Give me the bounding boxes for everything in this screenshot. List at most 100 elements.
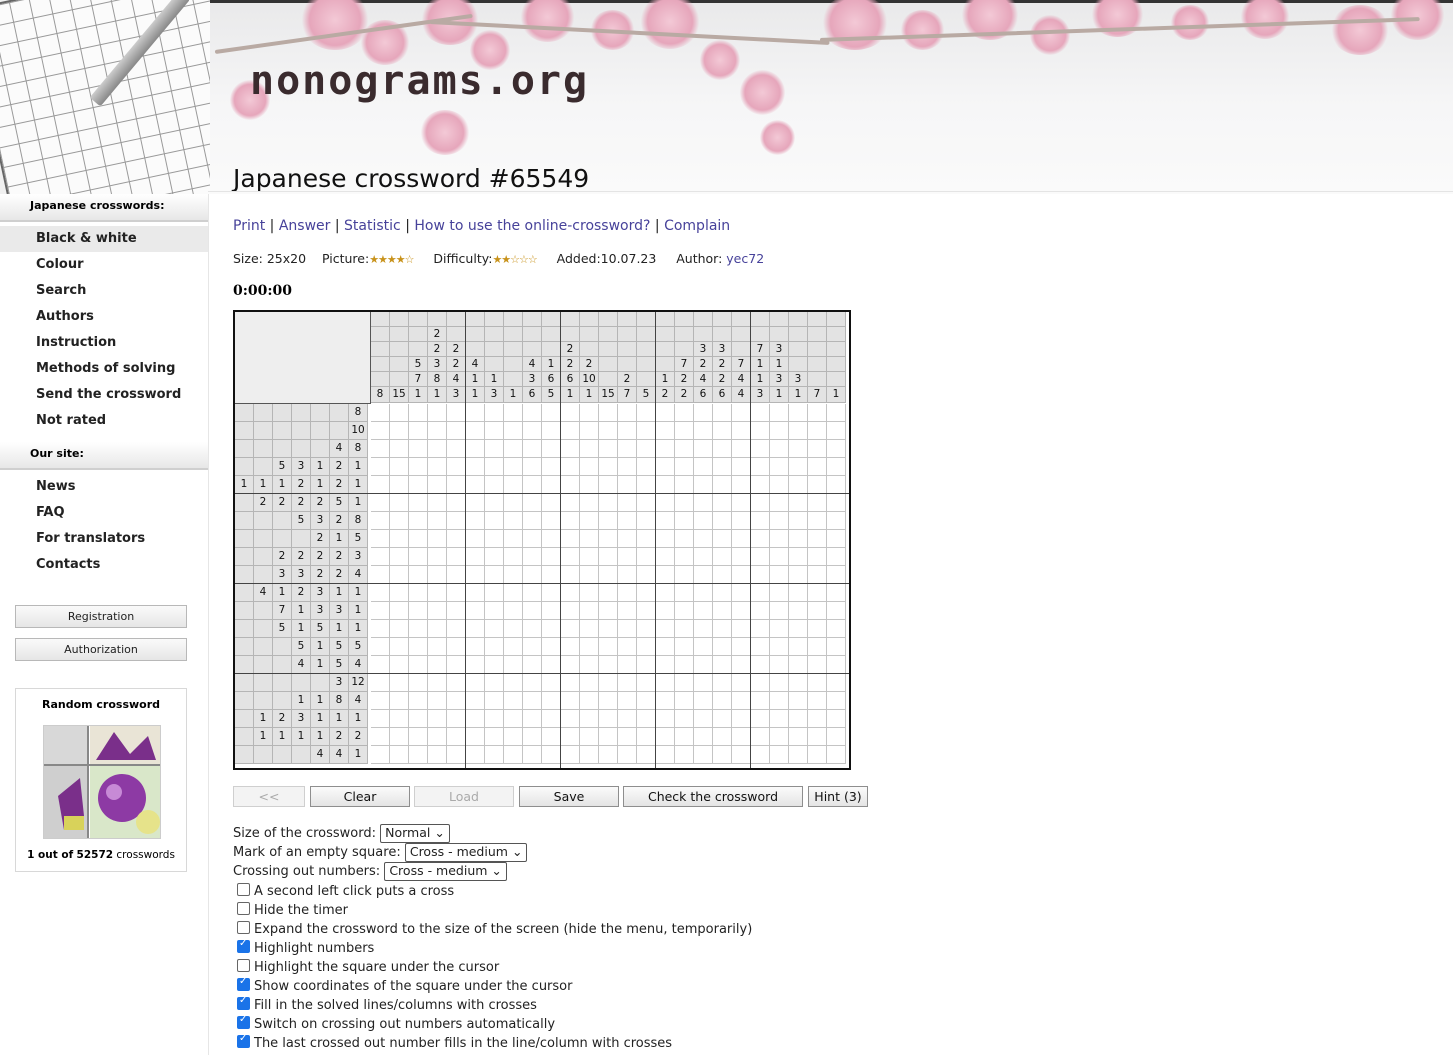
left-clue-cell[interactable]: 2 xyxy=(292,584,311,602)
grid-cell[interactable] xyxy=(466,512,485,530)
top-clue-cell[interactable] xyxy=(637,327,656,342)
left-clue-cell[interactable]: 4 xyxy=(311,746,330,764)
grid-cell[interactable] xyxy=(371,548,390,566)
grid-cell[interactable] xyxy=(561,512,580,530)
option-checkbox[interactable] xyxy=(237,1014,250,1029)
grid-cell[interactable] xyxy=(732,548,751,566)
left-clue-cell[interactable]: 1 xyxy=(349,584,368,602)
left-clue-cell[interactable] xyxy=(235,674,254,692)
grid-cell[interactable] xyxy=(409,440,428,458)
grid-cell[interactable] xyxy=(713,656,732,674)
grid-cell[interactable] xyxy=(523,566,542,584)
grid-cell[interactable] xyxy=(694,674,713,692)
left-clue-cell[interactable]: 3 xyxy=(311,512,330,530)
top-clue-cell[interactable]: 8 xyxy=(428,372,447,387)
grid-cell[interactable] xyxy=(390,692,409,710)
left-clue-cell[interactable] xyxy=(273,692,292,710)
top-clue-cell[interactable] xyxy=(618,342,637,357)
grid-cell[interactable] xyxy=(580,656,599,674)
top-clue-cell[interactable] xyxy=(827,357,846,372)
authorization-button[interactable]: Authorization xyxy=(15,638,187,661)
grid-cell[interactable] xyxy=(637,692,656,710)
left-clue-cell[interactable] xyxy=(235,692,254,710)
top-clue-cell[interactable] xyxy=(751,327,770,342)
top-clue-cell[interactable] xyxy=(504,342,523,357)
top-clue-cell[interactable]: 2 xyxy=(580,357,599,372)
top-clue-cell[interactable] xyxy=(599,312,618,327)
grid-cell[interactable] xyxy=(751,458,770,476)
option-label[interactable]: The last crossed out number fills in the… xyxy=(254,1036,672,1051)
grid-cell[interactable] xyxy=(523,458,542,476)
top-clue-cell[interactable] xyxy=(675,342,694,357)
grid-cell[interactable] xyxy=(694,404,713,422)
top-clue-cell[interactable] xyxy=(447,312,466,327)
grid-cell[interactable] xyxy=(789,746,808,764)
grid-cell[interactable] xyxy=(561,530,580,548)
left-clue-cell[interactable]: 2 xyxy=(311,494,330,512)
grid-cell[interactable] xyxy=(542,440,561,458)
grid-cell[interactable] xyxy=(675,548,694,566)
grid-cell[interactable] xyxy=(561,692,580,710)
option-checkbox[interactable] xyxy=(237,959,250,972)
grid-cell[interactable] xyxy=(637,746,656,764)
top-clue-cell[interactable]: 2 xyxy=(561,342,580,357)
grid-cell[interactable] xyxy=(580,494,599,512)
top-clue-cell[interactable] xyxy=(485,342,504,357)
grid-cell[interactable] xyxy=(599,422,618,440)
grid-cell[interactable] xyxy=(523,710,542,728)
top-clue-cell[interactable] xyxy=(789,357,808,372)
grid-cell[interactable] xyxy=(694,638,713,656)
print-link[interactable]: Print xyxy=(233,218,265,234)
grid-cell[interactable] xyxy=(656,440,675,458)
left-clue-cell[interactable] xyxy=(292,440,311,458)
left-clue-cell[interactable]: 1 xyxy=(311,710,330,728)
grid-cell[interactable] xyxy=(523,494,542,512)
grid-cell[interactable] xyxy=(504,440,523,458)
grid-cell[interactable] xyxy=(694,494,713,512)
grid-cell[interactable] xyxy=(770,422,789,440)
grid-cell[interactable] xyxy=(485,584,504,602)
grid-cell[interactable] xyxy=(808,440,827,458)
grid-cell[interactable] xyxy=(599,692,618,710)
grid-cell[interactable] xyxy=(466,692,485,710)
grid-cell[interactable] xyxy=(504,566,523,584)
registration-button[interactable]: Registration xyxy=(15,605,187,628)
top-clue-cell[interactable]: 1 xyxy=(789,387,808,403)
grid-cell[interactable] xyxy=(637,656,656,674)
check-crossword-button[interactable]: Check the crossword xyxy=(623,786,803,807)
grid-cell[interactable] xyxy=(447,710,466,728)
grid-cell[interactable] xyxy=(618,422,637,440)
left-clue-cell[interactable]: 2 xyxy=(330,512,349,530)
top-clue-cell[interactable]: 5 xyxy=(542,387,561,403)
grid-cell[interactable] xyxy=(542,566,561,584)
top-clue-cell[interactable] xyxy=(390,357,409,372)
left-clue-cell[interactable]: 2 xyxy=(254,494,273,512)
top-clue-cell[interactable]: 4 xyxy=(466,357,485,372)
option-label[interactable]: Highlight the square under the cursor xyxy=(254,960,499,975)
grid-cell[interactable] xyxy=(409,566,428,584)
left-clue-cell[interactable] xyxy=(254,512,273,530)
grid-cell[interactable] xyxy=(656,476,675,494)
grid-cell[interactable] xyxy=(428,728,447,746)
grid-cell[interactable] xyxy=(751,674,770,692)
grid-cell[interactable] xyxy=(390,494,409,512)
top-clue-cell[interactable]: 3 xyxy=(694,342,713,357)
grid-cell[interactable] xyxy=(732,584,751,602)
grid-cell[interactable] xyxy=(466,422,485,440)
grid-cell[interactable] xyxy=(713,746,732,764)
top-clue-cell[interactable] xyxy=(428,312,447,327)
top-clue-cell[interactable] xyxy=(637,372,656,387)
grid-cell[interactable] xyxy=(732,656,751,674)
top-clue-cell[interactable]: 1 xyxy=(751,372,770,387)
grid-cell[interactable] xyxy=(466,566,485,584)
top-clue-cell[interactable] xyxy=(656,357,675,372)
grid-cell[interactable] xyxy=(827,458,846,476)
grid-cell[interactable] xyxy=(675,620,694,638)
grid-cell[interactable] xyxy=(561,404,580,422)
grid-cell[interactable] xyxy=(694,530,713,548)
grid-cell[interactable] xyxy=(713,584,732,602)
grid-cell[interactable] xyxy=(808,620,827,638)
grid-cell[interactable] xyxy=(599,566,618,584)
grid-cell[interactable] xyxy=(694,458,713,476)
grid-cell[interactable] xyxy=(409,584,428,602)
